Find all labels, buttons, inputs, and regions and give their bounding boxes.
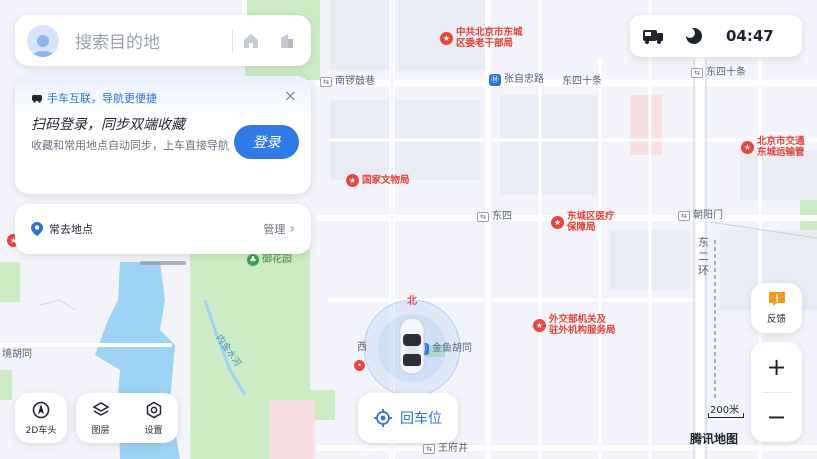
search-input[interactable]: 搜索目的地 [75,28,232,53]
user-icon [32,34,54,57]
status-bar: 04:47 [630,15,802,57]
close-icon[interactable]: × [284,86,297,105]
road-sign-icon: ⇆ [423,444,435,454]
road-sign-icon: ⇆ [678,211,690,221]
company-button[interactable] [269,23,305,59]
settings-label: 设置 [144,425,163,436]
car-position-marker[interactable] [362,298,462,398]
star-icon: ★ [741,140,754,154]
poi-transport-bureau[interactable]: ★ 北京市交通 东城运输管 [741,136,805,158]
layers-icon [91,401,110,416]
brand-logo-text: 腾讯地图 [690,432,739,446]
login-card-header: 手车互联，导航更便捷 [31,90,157,106]
location-pin-icon [31,222,43,236]
road-label-nanluoguxiang: ⇆ 南锣鼓巷 [320,76,375,88]
poi-label-yuhuayuan: ♣ 御花园 [247,254,292,266]
feedback-label: 反馈 [766,314,786,325]
return-to-car-label: 回车位 [400,411,442,427]
login-card-description: 收藏和常用地点自动同步，上车直接导航 [31,139,229,152]
clock-time: 04:47 [726,27,774,45]
chevron-right-icon[interactable]: › [289,221,295,237]
star-icon: ★ [551,215,564,229]
map-tools-group: 图层 设置 [76,393,178,443]
car-icon [32,95,42,103]
poi-cultural-relics[interactable]: ★ 国家文物局 [346,174,410,187]
metro-label-zhangzizhonglu: Ⓜ 张自忠路 [489,74,544,86]
compass-icon [32,401,50,418]
home-button[interactable] [233,23,269,59]
road-label-dongsishitiao: 东四十条 [562,76,602,87]
road-label-dongsishitiao-2: ⇆ 东四十条 [691,67,746,79]
feedback-button[interactable]: 反馈 [751,283,802,333]
settings-button[interactable]: 设置 [129,401,178,436]
locate-icon [374,409,392,427]
road-sign-icon: ⇆ [691,68,703,78]
road-sign-icon: ⇆ [320,77,332,87]
star-icon: ★ [440,31,453,45]
metro-icon: Ⓜ [489,74,501,86]
star-icon: ★ [533,318,546,332]
gear-icon [146,401,161,418]
road-label-wangfujing: ⇆ 王府井 [423,443,468,455]
car-connect-icon[interactable] [642,27,664,45]
zoom-out-button[interactable]: − [751,392,802,442]
layers-button[interactable]: 图层 [76,401,125,436]
road-sign-icon: ⇆ [477,212,489,222]
manage-link[interactable]: 管理 [263,221,285,237]
park-icon: ♣ [247,254,259,266]
favorite-places-label: 常去地点 [49,223,93,236]
login-button[interactable]: 登录 [234,125,299,159]
layers-label: 图层 [91,425,110,436]
building-icon [281,33,293,48]
feedback-icon [768,292,785,306]
scale-bar [708,413,744,418]
road-label-jinghutong: 境胡同 [2,349,32,360]
drag-handle[interactable] [140,261,186,265]
search-bar[interactable]: 搜索目的地 [15,15,311,66]
car-icon [399,317,425,375]
zoom-controls: + − [751,342,802,442]
road-label-donghuan: 东 二 环 [698,236,709,277]
home-icon [244,33,258,48]
star-icon: ★ [346,174,359,187]
view-mode-button[interactable]: 2D车头 [15,393,67,443]
avatar[interactable] [27,24,59,57]
poi-party-committee[interactable]: ★ 中共北京市东城 区委老干部局 [440,27,523,49]
poi-medical-security[interactable]: ★ 东城区医疗 保障局 [551,211,615,233]
return-to-car-button[interactable]: 回车位 [358,393,458,443]
favorite-places-bar[interactable]: 常去地点 管理 › [15,204,311,254]
login-card-title: 扫码登录，同步双端收藏 [31,117,185,133]
view-mode-label: 2D车头 [25,425,57,436]
night-mode-icon[interactable] [684,26,704,46]
road-label-chaoyangmen: ⇆ 朝阳门 [678,210,723,222]
zoom-in-button[interactable]: + [751,342,802,392]
login-promo-card: 手车互联，导航更便捷 × 扫码登录，同步双端收藏 收藏和常用地点自动同步，上车直… [15,76,311,194]
poi-foreign-service[interactable]: ★ 外交部机关及 驻外机构服务局 [533,314,616,336]
road-label-dongsi: ⇆ 东四 [477,211,512,223]
